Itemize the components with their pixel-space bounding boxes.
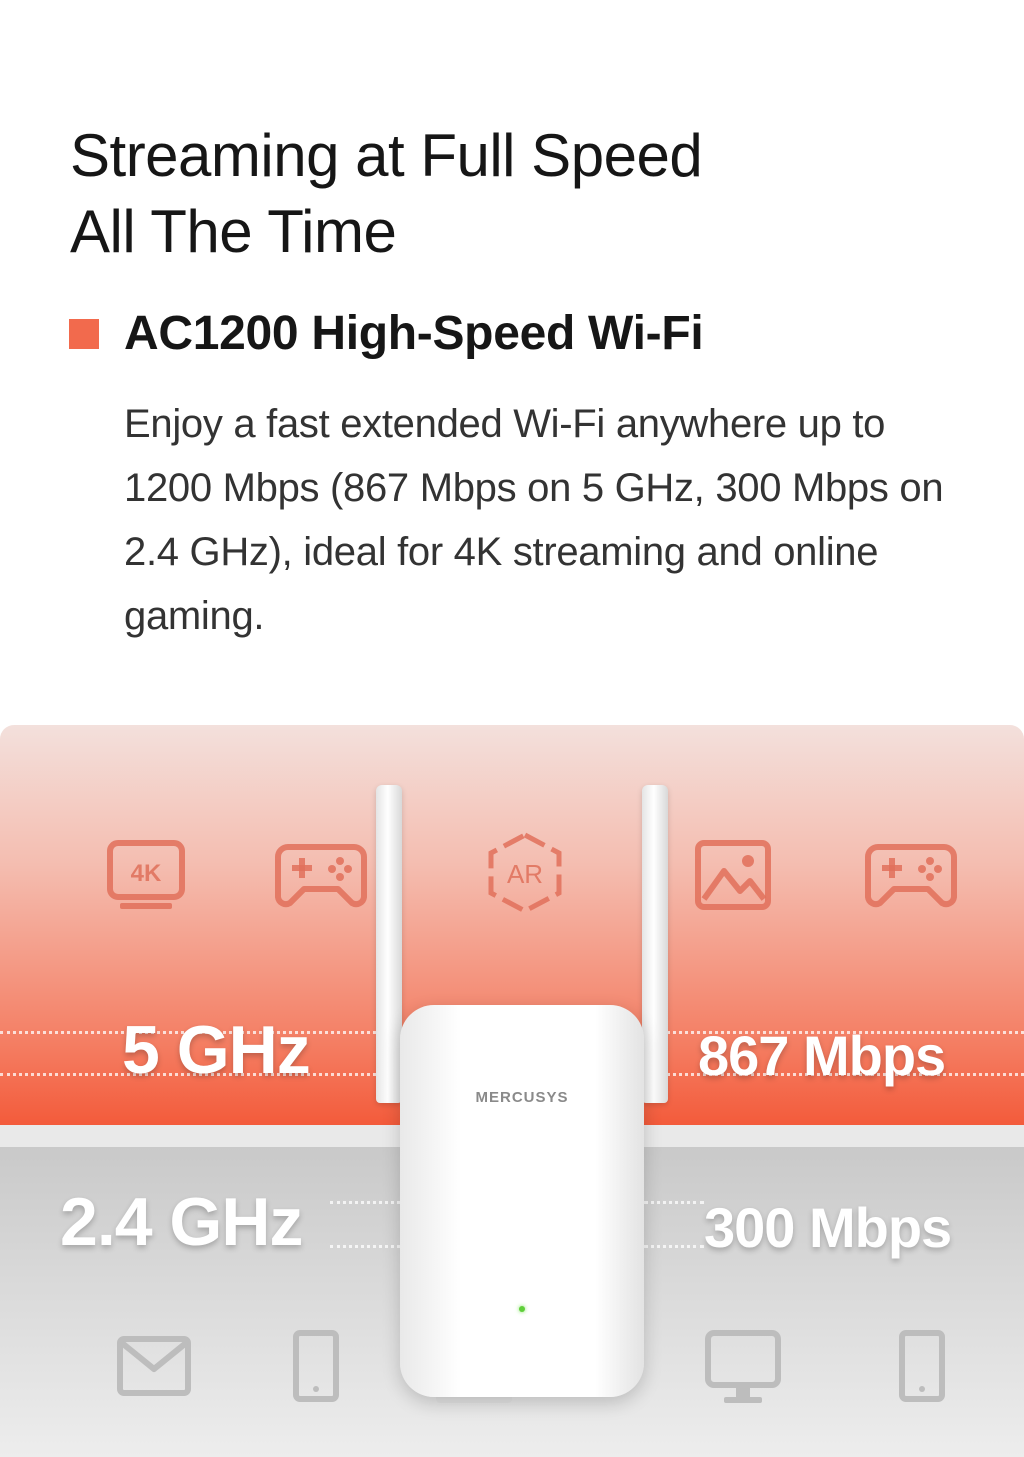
tablet-icon: [899, 1330, 945, 1402]
device-brand-logo: MERCUSYS: [475, 1089, 569, 1106]
band-24ghz-guide-line: [330, 1201, 400, 1204]
band-24ghz-guide-line: [644, 1201, 704, 1204]
headline-line-2: All The Time: [70, 198, 397, 265]
svg-text:AR: AR: [507, 859, 543, 889]
page-headline: Streaming at Full Speed All The Time: [70, 118, 970, 270]
range-extender-device: MERCUSYS: [400, 1005, 644, 1397]
image-icon: [695, 840, 771, 910]
feature-title: AC1200 High-Speed Wi-Fi: [124, 307, 704, 360]
band-24ghz-guide-line: [644, 1245, 704, 1248]
band-24ghz-speed: 300 Mbps: [704, 1196, 952, 1259]
4k-tv-icon: 4K: [107, 840, 185, 909]
svg-text:4K: 4K: [131, 860, 162, 887]
ar-icon: AR: [488, 832, 562, 914]
wifi-band-graphic: 4K AR 5 GHz 867 Mbps 2.4 GHz 300 Mbps ME…: [0, 725, 1024, 1457]
feature-bullet-square: [69, 319, 99, 349]
left-antenna: [376, 785, 402, 1103]
headline-line-1: Streaming at Full Speed: [70, 122, 703, 189]
feature-description: Enjoy a fast extended Wi-Fi anywhere up …: [124, 402, 944, 638]
right-antenna: [642, 785, 668, 1103]
band-5ghz-label: 5 GHz: [122, 1012, 311, 1088]
gamepad-icon: [275, 844, 367, 908]
gamepad-icon: [865, 844, 957, 908]
band-24ghz-label: 2.4 GHz: [60, 1184, 303, 1260]
tablet-icon: [293, 1330, 339, 1402]
band-24ghz-guide-line: [330, 1245, 400, 1248]
monitor-icon: [705, 1330, 781, 1403]
band-5ghz-speed: 867 Mbps: [698, 1024, 946, 1087]
status-led: [519, 1306, 525, 1312]
mail-icon: [117, 1336, 191, 1396]
